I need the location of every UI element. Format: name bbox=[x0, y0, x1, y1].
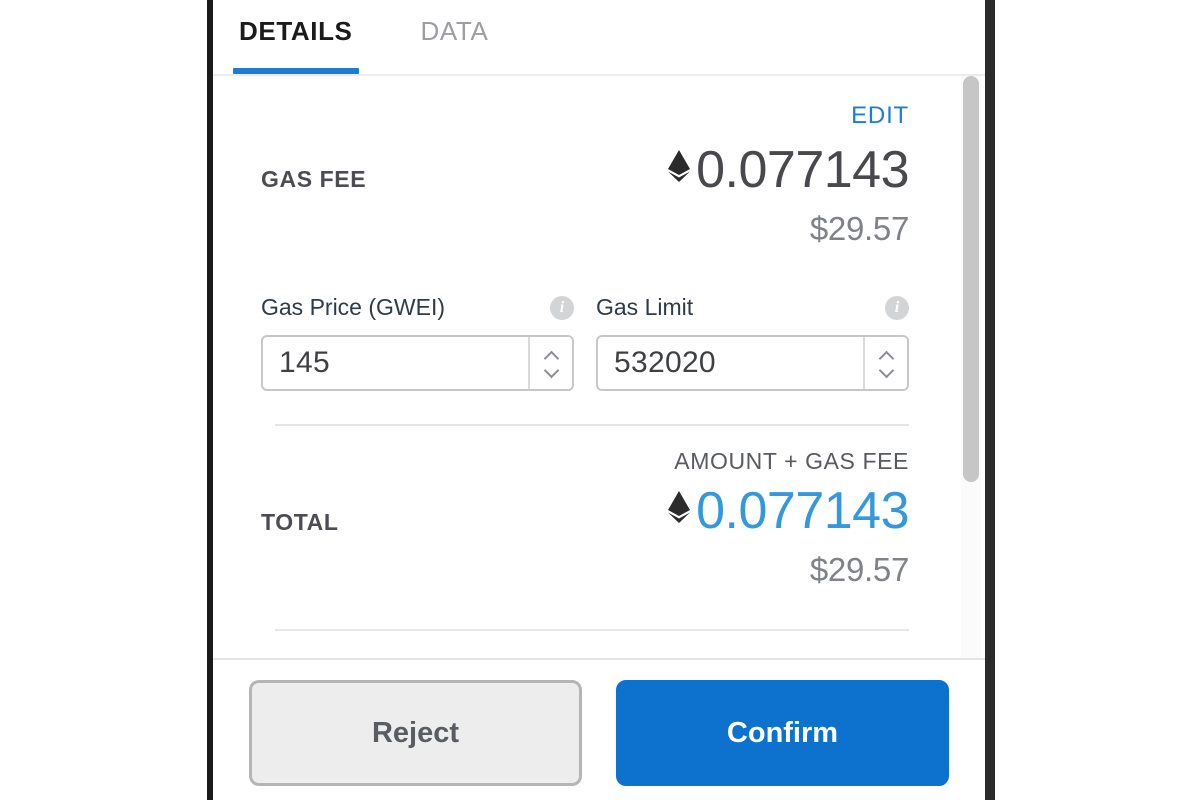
gas-limit-value[interactable]: 532020 bbox=[598, 337, 863, 389]
gas-limit-head: Gas Limit i bbox=[596, 294, 909, 321]
chevron-down-icon[interactable] bbox=[544, 367, 558, 375]
tab-details-label: DETAILS bbox=[239, 16, 353, 46]
gas-price-stepper[interactable] bbox=[528, 337, 572, 389]
gas-fee-eth-line: 0.077143 bbox=[666, 144, 909, 196]
edit-row: EDIT bbox=[261, 76, 945, 130]
ethereum-diamond-icon bbox=[666, 489, 692, 533]
edit-gas-link[interactable]: EDIT bbox=[851, 102, 909, 130]
tab-data[interactable]: DATA bbox=[415, 0, 495, 74]
gas-limit-input[interactable]: 532020 bbox=[596, 335, 909, 391]
gas-fields: Gas Price (GWEI) i 145 Gas Limit i 53202… bbox=[261, 294, 945, 391]
tab-bar: DETAILS DATA bbox=[213, 0, 985, 76]
info-icon[interactable]: i bbox=[885, 295, 909, 320]
section-divider bbox=[275, 424, 909, 426]
ethereum-diamond-icon bbox=[666, 148, 692, 192]
gas-fee-row: GAS FEE 0.077143 $29.57 bbox=[261, 144, 945, 248]
gas-price-value[interactable]: 145 bbox=[263, 337, 528, 389]
total-eth-line: 0.077143 bbox=[666, 485, 909, 537]
confirm-button-label: Confirm bbox=[726, 716, 839, 749]
total-label: TOTAL bbox=[261, 509, 339, 535]
gas-price-label: Gas Price (GWEI) bbox=[261, 294, 446, 320]
info-icon[interactable]: i bbox=[550, 295, 574, 320]
reject-button[interactable]: Reject bbox=[249, 680, 582, 786]
gas-price-head: Gas Price (GWEI) i bbox=[261, 294, 574, 321]
tab-data-label: DATA bbox=[420, 16, 489, 46]
total-eth-amount: 0.077143 bbox=[696, 482, 909, 540]
confirm-button[interactable]: Confirm bbox=[616, 680, 949, 786]
gas-fee-fiat-amount: $29.57 bbox=[809, 210, 909, 247]
reject-button-label: Reject bbox=[371, 716, 460, 749]
action-footer: Reject Confirm bbox=[213, 658, 985, 800]
total-fiat-amount: $29.57 bbox=[809, 551, 909, 588]
details-scroll-area[interactable]: EDIT GAS FEE 0.077143 $29.57 Gas Price (… bbox=[213, 76, 985, 658]
gas-fee-label: GAS FEE bbox=[261, 166, 367, 192]
chevron-down-icon[interactable] bbox=[879, 367, 893, 375]
tab-details[interactable]: DETAILS bbox=[233, 0, 359, 74]
scrollbar-thumb[interactable] bbox=[963, 76, 979, 482]
gas-fee-values: 0.077143 $29.57 bbox=[666, 144, 909, 248]
total-caption: AMOUNT + GAS FEE bbox=[674, 448, 909, 474]
scrollbar-track[interactable] bbox=[961, 76, 981, 658]
screen: DETAILS DATA EDIT GAS FEE 0.077143 $29.5… bbox=[0, 0, 1200, 800]
chevron-up-icon[interactable] bbox=[544, 352, 558, 360]
total-row: TOTAL 0.077143 $29.57 bbox=[261, 485, 909, 589]
chevron-up-icon[interactable] bbox=[879, 352, 893, 360]
total-block: AMOUNT + GAS FEE TOTAL 0.077143 $29.57 bbox=[261, 448, 945, 589]
bottom-divider bbox=[275, 629, 909, 631]
gas-limit-field: Gas Limit i 532020 bbox=[596, 294, 909, 391]
gas-price-input[interactable]: 145 bbox=[261, 335, 574, 391]
total-values: 0.077143 $29.57 bbox=[666, 485, 909, 589]
transaction-confirm-popup: DETAILS DATA EDIT GAS FEE 0.077143 $29.5… bbox=[207, 0, 995, 800]
gas-limit-stepper[interactable] bbox=[863, 337, 907, 389]
gas-fee-eth-amount: 0.077143 bbox=[696, 141, 909, 199]
gas-price-field: Gas Price (GWEI) i 145 bbox=[261, 294, 574, 391]
gas-limit-label: Gas Limit bbox=[596, 294, 694, 320]
